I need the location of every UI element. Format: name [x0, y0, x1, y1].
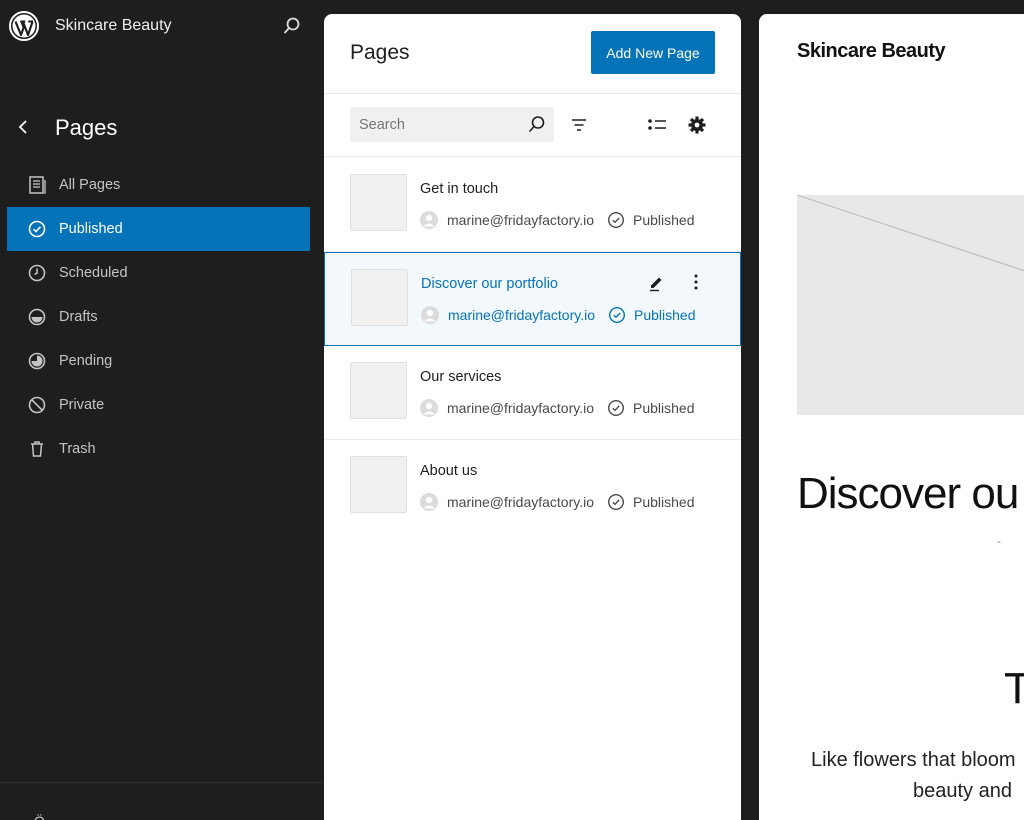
sidebar-item-label: Private [59, 397, 105, 413]
author-email: marine@fridayfactory.io [447, 400, 594, 416]
sidebar-item-trash[interactable]: Trash [7, 427, 310, 471]
list-view-icon[interactable] [646, 114, 668, 136]
status-badge: Published [633, 400, 695, 416]
sidebar-nav: All Pages Published Scheduled Drafts Pen… [7, 163, 310, 471]
author-email: marine@fridayfactory.io [448, 307, 595, 323]
list-toolbar [324, 94, 741, 157]
preview-divider: - [997, 534, 1001, 548]
sidebar-item-private[interactable]: Private [7, 383, 310, 427]
sidebar: Skincare Beauty Pages All Pages Publishe… [0, 0, 323, 820]
scheduled-icon [27, 263, 47, 283]
sidebar-item-label: Drafts [59, 309, 98, 325]
pages-icon [27, 175, 47, 195]
preview-paragraph-line: beauty and [913, 780, 1012, 802]
drafts-icon [27, 307, 47, 327]
add-new-page-button[interactable]: Add New Page [591, 31, 715, 74]
wordpress-logo-icon[interactable] [9, 11, 39, 41]
page-thumbnail[interactable] [351, 269, 408, 326]
sidebar-item-drafts[interactable]: Drafts [7, 295, 310, 339]
page-thumbnail[interactable] [350, 174, 407, 231]
preview-heading: Discover ou [797, 469, 1019, 518]
page-title-link[interactable]: Discover our portfolio [421, 276, 558, 292]
edit-pencil-icon[interactable] [645, 271, 667, 293]
preview-subheading: T [1004, 664, 1024, 713]
sidebar-item-label: All Pages [59, 177, 121, 193]
preview-paragraph-line: Like flowers that bloom [811, 749, 1016, 771]
avatar-icon [420, 211, 438, 229]
row-actions [645, 271, 707, 293]
preview-image-placeholder [797, 195, 1024, 415]
published-status-icon [608, 306, 626, 324]
avatar-icon [420, 399, 438, 417]
chevron-left-icon[interactable] [14, 117, 34, 137]
sidebar-item-all-pages[interactable]: All Pages [7, 163, 310, 207]
trash-icon [27, 439, 47, 459]
sidebar-item-label: Pending [59, 353, 113, 369]
status-badge: Published [633, 494, 695, 510]
sidebar-item-label: Scheduled [59, 265, 128, 281]
author-email: marine@fridayfactory.io [447, 212, 594, 228]
sidebar-item-published[interactable]: Published [7, 207, 310, 251]
private-icon [27, 395, 47, 415]
search-icon[interactable] [282, 16, 302, 36]
page-title-link[interactable]: About us [420, 463, 477, 479]
panel-header: Pages Add New Page [324, 14, 741, 94]
published-status-icon [607, 399, 625, 417]
page-meta: marine@fridayfactory.io Published [420, 492, 695, 512]
page-meta: marine@fridayfactory.io Published [420, 398, 695, 418]
pages-panel: Pages Add New Page Search Get in touch m… [324, 14, 741, 820]
footer-label[interactable]: Ö [34, 813, 45, 820]
list-item[interactable]: Our services marine@fridayfactory.io Pub… [324, 346, 741, 440]
search-input[interactable] [350, 107, 520, 142]
published-icon [27, 219, 47, 239]
page-preview[interactable]: Skincare Beauty Discover ou - T Like flo… [759, 14, 1024, 820]
avatar-icon [421, 306, 439, 324]
site-name[interactable]: Skincare Beauty [55, 17, 172, 35]
page-meta: marine@fridayfactory.io Published [420, 210, 695, 230]
sidebar-item-pending[interactable]: Pending [7, 339, 310, 383]
settings-gear-icon[interactable] [686, 114, 708, 136]
more-options-icon[interactable] [685, 271, 707, 293]
sidebar-title: Pages [55, 115, 118, 140]
list-item[interactable]: About us marine@fridayfactory.io Publish… [324, 440, 741, 534]
search-field [350, 107, 554, 142]
filter-icon[interactable] [568, 114, 590, 136]
list-item[interactable]: Discover our portfolio marine@fridayfact… [324, 252, 741, 346]
sidebar-item-label: Published [59, 221, 123, 237]
page-meta: marine@fridayfactory.io Published [421, 305, 696, 325]
pending-icon [27, 351, 47, 371]
avatar-icon [420, 493, 438, 511]
page-title: Pages [350, 41, 410, 64]
search-icon[interactable] [527, 114, 547, 134]
author-email: marine@fridayfactory.io [447, 494, 594, 510]
status-badge: Published [634, 307, 696, 323]
list-item[interactable]: Get in touch marine@fridayfactory.io Pub… [324, 158, 741, 252]
page-title-link[interactable]: Get in touch [420, 181, 498, 197]
preview-site-title: Skincare Beauty [797, 40, 946, 62]
page-thumbnail[interactable] [350, 456, 407, 513]
published-status-icon [607, 493, 625, 511]
page-thumbnail[interactable] [350, 362, 407, 419]
sidebar-footer: Ö [0, 782, 323, 820]
page-title-link[interactable]: Our services [420, 369, 501, 385]
status-badge: Published [633, 212, 695, 228]
sidebar-item-label: Trash [59, 441, 96, 457]
sidebar-item-scheduled[interactable]: Scheduled [7, 251, 310, 295]
published-status-icon [607, 211, 625, 229]
